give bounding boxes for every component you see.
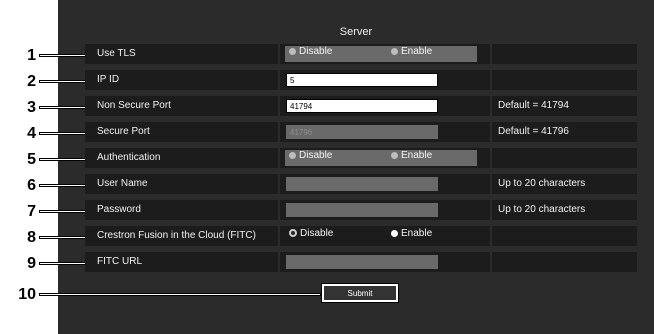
row-password: Password Up to 20 characters bbox=[85, 200, 637, 220]
callout-5: 5 bbox=[27, 151, 36, 168]
row-fitc-url: FITC URL bbox=[85, 252, 637, 272]
user-name-hint: Up to 20 characters bbox=[498, 178, 586, 189]
row-use-tls: Use TLS Disable Enable bbox=[85, 44, 637, 64]
password-label: Password bbox=[97, 204, 141, 215]
row-authentication: Authentication Disable Enable bbox=[85, 148, 637, 168]
callout-line-8 bbox=[40, 237, 87, 238]
password-hint: Up to 20 characters bbox=[498, 204, 586, 215]
radio-dot-icon bbox=[391, 152, 398, 159]
panel-title: Server bbox=[339, 26, 373, 38]
radio-selected-icon bbox=[289, 229, 297, 237]
callout-6: 6 bbox=[27, 177, 36, 194]
use-tls-label: Use TLS bbox=[97, 48, 136, 59]
fitc-enable-radio[interactable]: Enable bbox=[391, 228, 432, 240]
submit-button[interactable]: Submit bbox=[321, 283, 399, 303]
callout-line-9 bbox=[40, 263, 87, 264]
user-name-input bbox=[286, 177, 438, 191]
radio-dot-icon bbox=[289, 152, 296, 159]
callout-9: 9 bbox=[27, 255, 36, 272]
ip-id-label: IP ID bbox=[97, 74, 120, 85]
authentication-disable-radio[interactable]: Disable bbox=[289, 150, 332, 162]
callout-3: 3 bbox=[27, 99, 36, 116]
secure-port-input bbox=[286, 125, 438, 139]
callout-line-10 bbox=[40, 294, 320, 295]
callout-2: 2 bbox=[27, 73, 36, 90]
non-secure-port-label: Non Secure Port bbox=[97, 100, 171, 111]
user-name-label: User Name bbox=[97, 178, 148, 189]
radio-dot-icon bbox=[391, 230, 398, 237]
fitc-disable-radio[interactable]: Disable bbox=[289, 228, 333, 240]
use-tls-disable-radio[interactable]: Disable bbox=[289, 46, 332, 58]
callout-1: 1 bbox=[27, 47, 36, 64]
secure-port-label: Secure Port bbox=[97, 126, 150, 137]
callout-4: 4 bbox=[27, 125, 36, 142]
ip-id-input[interactable] bbox=[286, 73, 438, 87]
password-input bbox=[286, 203, 438, 217]
callout-line-3 bbox=[40, 107, 87, 108]
fitc-url-input bbox=[286, 255, 438, 269]
row-ip-id: IP ID bbox=[85, 70, 637, 90]
callout-line-5 bbox=[40, 159, 87, 160]
authentication-enable-radio[interactable]: Enable bbox=[391, 150, 432, 162]
callout-line-1 bbox=[40, 55, 87, 56]
row-secure-port: Secure Port Default = 41796 bbox=[85, 122, 637, 142]
row-non-secure-port: Non Secure Port Default = 41794 bbox=[85, 96, 637, 116]
row-user-name: User Name Up to 20 characters bbox=[85, 174, 637, 194]
fitc-label: Crestron Fusion in the Cloud (FITC) bbox=[97, 230, 256, 241]
callout-line-7 bbox=[40, 211, 87, 212]
radio-dot-icon bbox=[289, 48, 296, 55]
row-fitc: Crestron Fusion in the Cloud (FITC) Disa… bbox=[85, 226, 637, 246]
callout-line-4 bbox=[40, 133, 87, 134]
use-tls-enable-radio[interactable]: Enable bbox=[391, 46, 432, 58]
non-secure-port-input[interactable] bbox=[286, 99, 438, 113]
callout-7: 7 bbox=[27, 203, 36, 220]
callout-line-6 bbox=[40, 185, 87, 186]
non-secure-port-hint: Default = 41794 bbox=[498, 100, 569, 111]
authentication-label: Authentication bbox=[97, 152, 161, 163]
radio-dot-icon bbox=[391, 48, 398, 55]
callout-line-2 bbox=[40, 81, 87, 82]
callout-10: 10 bbox=[18, 286, 36, 303]
fitc-url-label: FITC URL bbox=[97, 256, 142, 267]
callout-8: 8 bbox=[27, 229, 36, 246]
secure-port-hint: Default = 41796 bbox=[498, 126, 569, 137]
